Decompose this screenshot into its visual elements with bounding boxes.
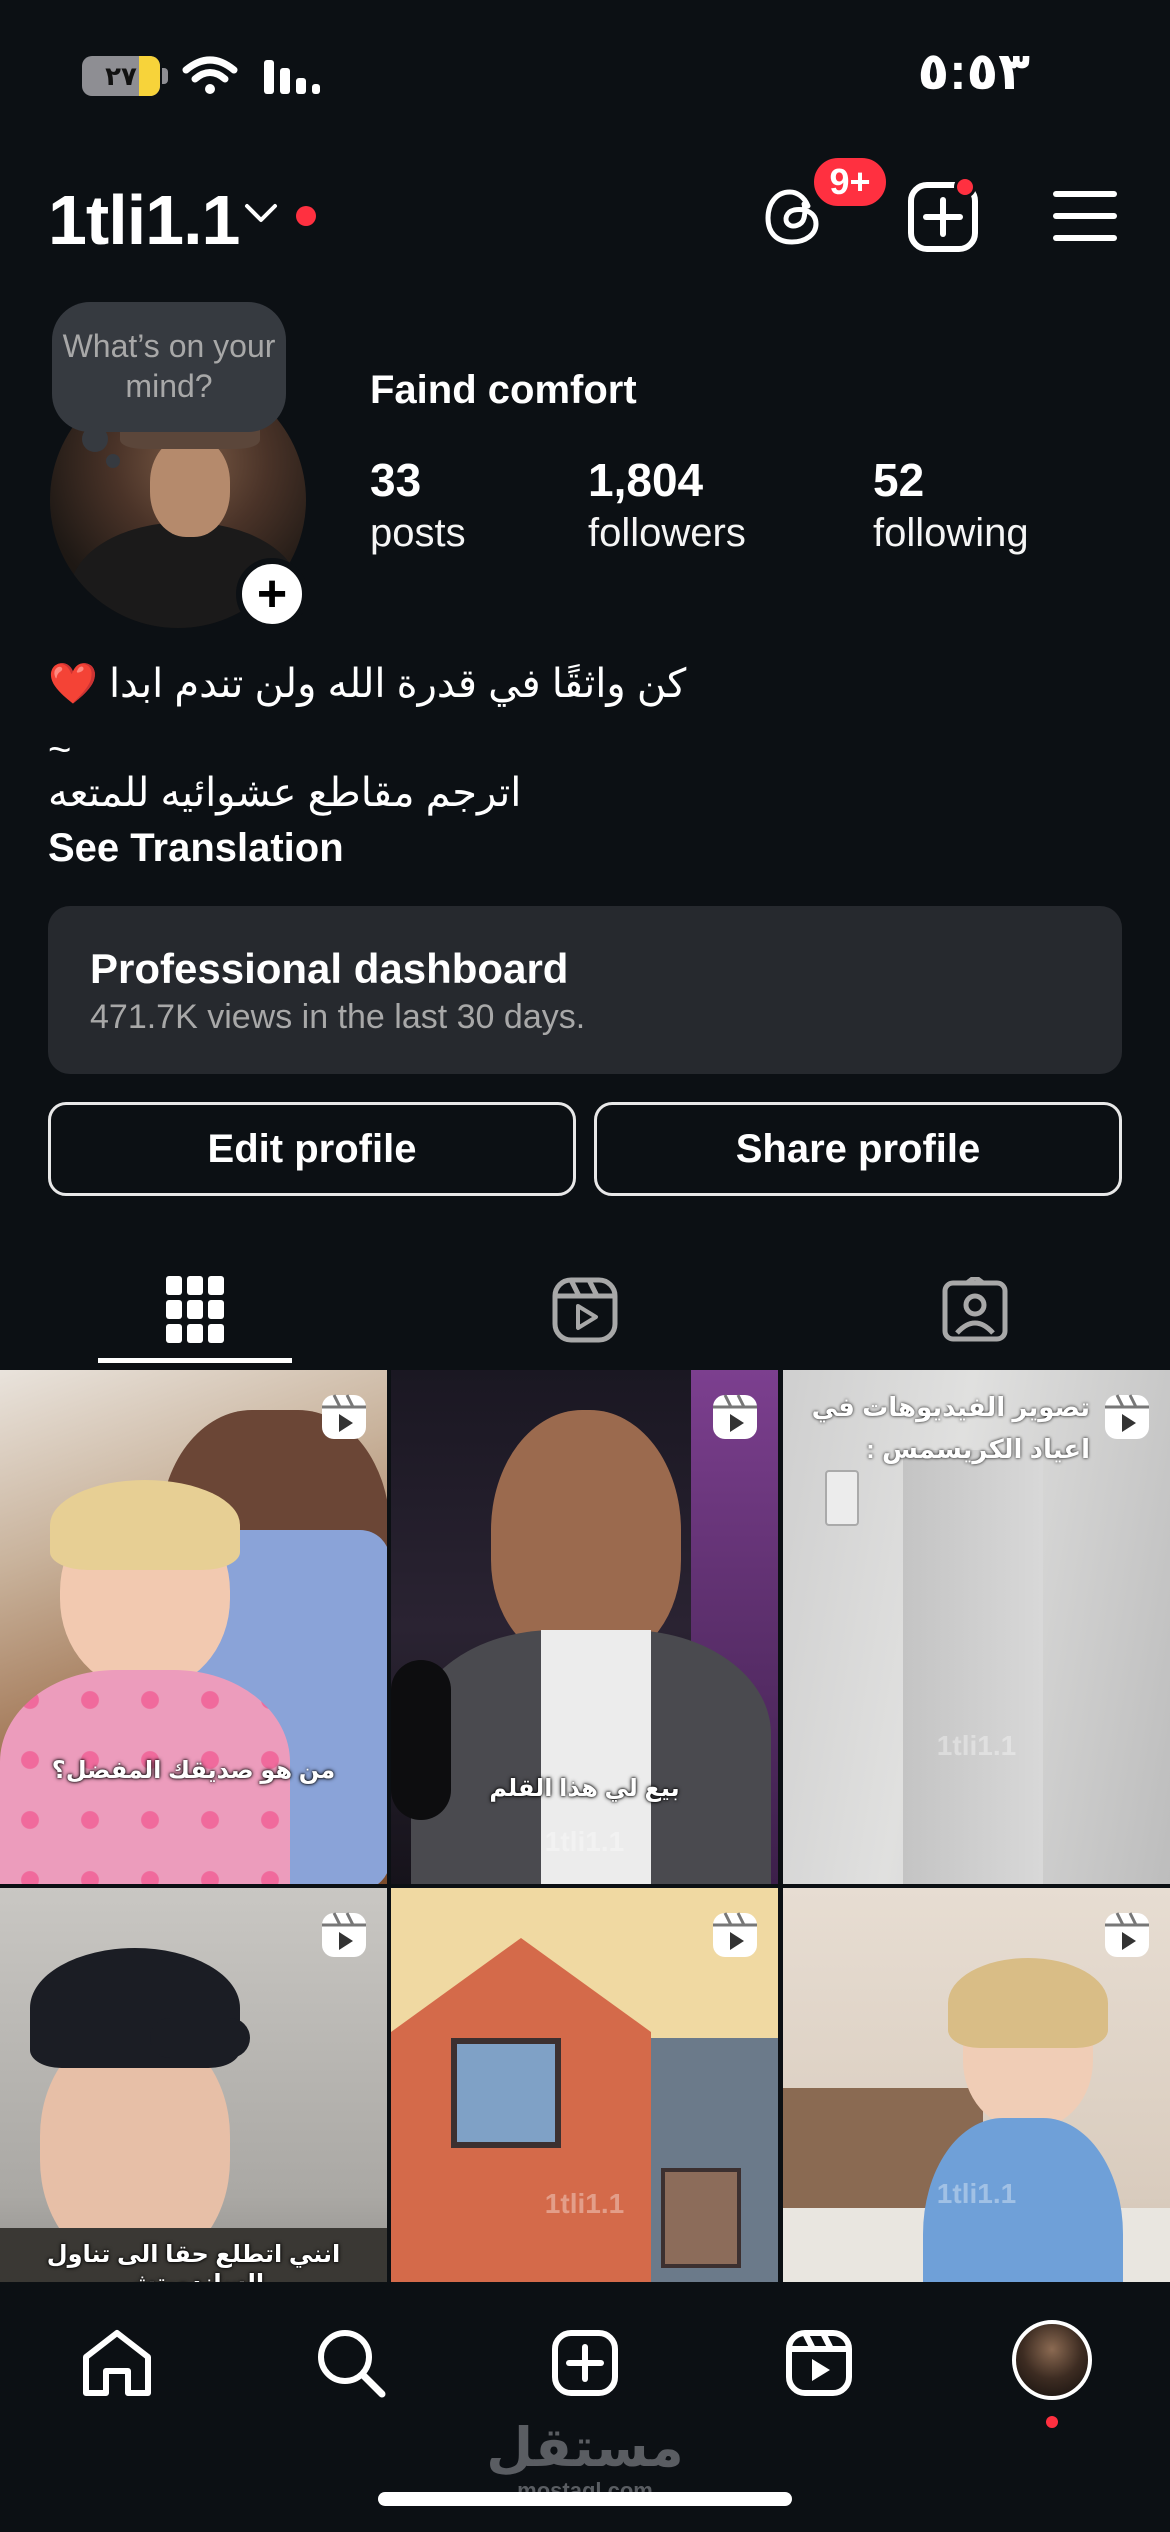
stat-label: following [873,511,1029,555]
professional-dashboard-card[interactable]: Professional dashboard 471.7K views in t… [48,906,1122,1074]
stat-posts[interactable]: 33 posts [370,452,466,558]
stat-value: 52 [873,454,925,506]
reel-thumbnail[interactable]: بيع لي هذا القلم 1tli1.1 [391,1370,778,1884]
reel-thumbnail[interactable]: تصوير الفيديوهات في اعياد الكريسمس : 1tl… [783,1370,1170,1884]
note-bubble-tail-small [106,454,120,468]
share-profile-button[interactable]: Share profile [594,1102,1122,1196]
reel-icon [713,1912,757,1957]
reel-caption: بيع لي هذا القلم [489,1775,680,1802]
reels-icon [786,2330,852,2396]
grid-icon [166,1276,224,1343]
reel-thumbnail[interactable]: من هو صديقك المفضل؟ [0,1370,387,1884]
create-notification-dot [954,176,976,198]
thumb-cap-brim [150,2018,250,2058]
avatar-figure-face [150,437,230,537]
bio-text: كن واثقًا في قدرة الله ولن تندم ابدا [108,662,687,706]
thumb-man-head [491,1410,681,1660]
bio-line: كن واثقًا في قدرة الله ولن تندم ابدا ❤️ [48,660,1122,707]
reel-thumbnail[interactable]: 1tli1.1 [391,1888,778,2282]
thumb-door [903,1450,1043,1884]
notification-dot [296,206,316,226]
threads-notification-badge: 9+ [810,154,890,210]
tab-posts-grid[interactable] [0,1250,390,1370]
reel-thumbnail[interactable]: انني اتطلع حقا الى تناول الساندويتش [0,1888,387,2282]
battery-percent: ٢٧ [105,60,137,91]
stat-label: followers [588,511,746,555]
tagged-icon [942,1277,1008,1342]
tab-reels[interactable] [390,1250,780,1370]
battery-indicator: ٢٧ [82,56,160,96]
reel-icon [322,1912,366,1957]
dashboard-title: Professional dashboard [90,945,569,992]
home-indicator[interactable] [378,2492,792,2506]
see-translation-link[interactable]: See Translation [48,826,344,871]
reel-watermark: 1tli1.1 [544,2188,625,2219]
add-story-button[interactable]: + [236,558,308,630]
battery-fill [138,56,160,96]
heart-emoji: ❤️ [48,662,98,706]
edit-profile-button[interactable]: Edit profile [48,1102,576,1196]
bio-separator: ~ [48,728,72,772]
nav-reels[interactable] [774,2318,864,2408]
nav-search[interactable] [306,2318,396,2408]
create-icon [552,2330,618,2396]
username-switcher[interactable]: 1tli1.1 [48,180,240,260]
status-time: ٥:٥٣ [917,43,1030,101]
reels-icon [552,1277,618,1343]
reel-icon [322,1394,366,1439]
tab-tagged[interactable] [780,1250,1170,1370]
stat-followers[interactable]: 1,804 followers [588,452,746,558]
note-bubble-tail [82,426,108,452]
thumb-child-hair [948,1958,1108,2048]
reel-watermark: 1tli1.1 [936,1730,1017,1761]
nav-home[interactable] [72,2318,162,2408]
watermark-arabic: مستقل [486,2418,684,2478]
stat-value: 1,804 [588,454,704,506]
reel-icon [713,1394,757,1439]
reel-watermark: 1tli1.1 [936,2178,1017,2209]
note-bubble[interactable]: What’s on your mind? [52,302,286,432]
dashboard-subtitle: 471.7K views in the last 30 days. [90,998,586,1036]
nav-create[interactable] [540,2318,630,2408]
stat-label: posts [370,511,466,555]
reel-caption: انني اتطلع حقا الى تناول الساندويتش [46,2241,341,2282]
wifi-icon [182,56,238,94]
reel-icon [1105,1394,1149,1439]
status-bar: ٢٧ ٥:٥٣ [0,0,1170,150]
home-icon [83,2330,151,2396]
reel-caption: من هو صديقك المفضل؟ [51,1757,336,1784]
stat-following[interactable]: 52 following [873,452,1029,558]
nav-profile-avatar[interactable] [1012,2320,1092,2400]
reel-caption: تصوير الفيديوهات في اعياد الكريسمس : [811,1392,1090,1464]
thumb-window [451,2038,561,2148]
profile-header: 1tli1.1 9+ [0,154,1170,270]
active-tab-indicator [98,1358,292,1363]
bio-line: اترجم مقاطع عشوائيه للمتعه [48,771,522,815]
reel-watermark: 1tli1.1 [544,1826,625,1857]
thumb-child-hair [50,1480,240,1570]
thumb-switch [825,1470,859,1526]
search-icon [318,2330,386,2398]
reel-thumbnail[interactable]: 1tli1.1 [783,1888,1170,2282]
chevron-down-icon[interactable] [243,202,279,226]
menu-icon[interactable] [1052,188,1118,244]
signal-icon [264,60,320,94]
battery-tip [162,68,168,84]
posts-grid: من هو صديقك المفضل؟ بيع لي هذا القلم 1tl… [0,1370,1170,2282]
stat-value: 33 [370,454,422,506]
reel-icon [1105,1912,1149,1957]
display-name: Faind comfort [370,368,637,412]
